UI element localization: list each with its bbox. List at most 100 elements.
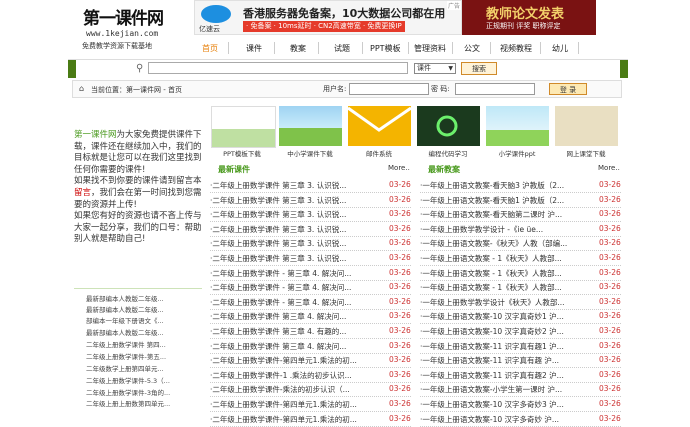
thumb-caption[interactable]: 网上课堂下载 xyxy=(551,148,621,158)
list-item-title[interactable]: ·一年级上册语文教案-10 汉字真奇妙2 沪... xyxy=(420,326,593,337)
nav-management[interactable]: 管理资料 xyxy=(414,43,446,54)
list-item-title[interactable]: ·一年级上册语文教案-看天脑3 沪教版（2... xyxy=(420,180,593,191)
list-item-title[interactable]: ·一年级上册语文教案 - 1《秋天》人教部... xyxy=(420,253,593,264)
site-name-link[interactable]: 第一课件网 xyxy=(74,130,117,140)
list-item-title[interactable]: ·二年级上册数学课件 第三章 3. 认识锐... xyxy=(210,238,383,249)
nav-home[interactable]: 首页 xyxy=(202,43,218,54)
row-divider xyxy=(420,293,621,296)
list-item[interactable]: 二年级上册数学课件-3角的... xyxy=(86,387,194,397)
code-icon xyxy=(436,115,458,137)
nav-exams[interactable]: 试题 xyxy=(334,43,350,54)
list-item-title[interactable]: ·一年级上册语文教案-11 识字真有趣 沪... xyxy=(420,355,593,366)
thumb-programming[interactable] xyxy=(417,106,480,146)
list-item-title[interactable]: ·二年级上册数学课件-第四单元1.乘法的初... xyxy=(210,414,383,425)
list-item-date: 03-26 xyxy=(599,267,621,277)
search-bar: ⚲ 课件 ▼ 搜索 xyxy=(68,59,628,78)
row-divider xyxy=(420,352,621,354)
list-item-title[interactable]: ·二年级上册数学课件 第三章 3. 认识锐... xyxy=(210,224,383,235)
list-item-title[interactable]: ·二年级上册数学课件 - 第三章 4. 解决问... xyxy=(210,282,383,293)
list-item-title[interactable]: ·二年级上册数学课件 - 第三章 4. 解决问... xyxy=(210,297,383,308)
banner-ad-paper[interactable]: 教师论文发表 正规期刊 评奖 职称评定 xyxy=(462,0,596,35)
list-item-title[interactable]: ·二年级上册数学课件-乘法的初步认识（... xyxy=(210,384,383,395)
row-divider xyxy=(420,366,621,369)
cloud-logo-icon xyxy=(201,5,231,23)
nav-documents[interactable]: 公文 xyxy=(464,43,480,54)
list-item[interactable]: 最新部编本人教版二年级... xyxy=(86,304,194,314)
list-item-date: 03-26 xyxy=(389,369,411,379)
username-input[interactable] xyxy=(349,83,429,95)
thumb-online-class[interactable] xyxy=(555,106,618,146)
nav-video-tutorials[interactable]: 视频教程 xyxy=(500,43,532,54)
row-divider xyxy=(420,220,621,223)
list-item[interactable]: 最新部编本人教版二年级... xyxy=(86,327,194,337)
list-item-title[interactable]: ·一年级上册语文教案-10 汉字多奇妙 沪... xyxy=(420,414,593,425)
row-divider xyxy=(210,279,411,281)
nav-preschool[interactable]: 幼儿 xyxy=(552,43,568,54)
list-item-title[interactable]: ·一年级上册语文教案-10 汉字真奇妙1 沪... xyxy=(420,311,593,322)
search-input[interactable] xyxy=(148,62,408,74)
list-item-title[interactable]: ·一年级上册语文教案-小学生第一课时 沪... xyxy=(420,384,593,395)
list-item-title[interactable]: ·一年级上册数学教学设计《秋天》人教部... xyxy=(420,297,593,308)
row-divider xyxy=(420,308,621,310)
list-item-date: 03-26 xyxy=(599,399,621,408)
thumb-caption[interactable]: 编程代码学习 xyxy=(413,148,483,158)
thumb-ppt-templates[interactable] xyxy=(211,106,276,148)
list-item-title[interactable]: ·二年级上册数学课件 第三章 4. 有趣的... xyxy=(210,326,383,337)
list-item-title[interactable]: ·一年级上册语文教案-看天脑1 沪教版（2... xyxy=(420,195,593,206)
list-item-title[interactable]: ·一年级上册语文教案-看天脑第二课时 沪... xyxy=(420,209,593,220)
list-item[interactable]: 二年级上册数学课件-第五... xyxy=(86,351,194,361)
list-item[interactable]: 最新部编本人教版二年级... xyxy=(86,293,194,303)
lessonplans-more-link[interactable]: More.. xyxy=(598,164,620,172)
list-item-title[interactable]: ·一年级上册语文教案-《秋天》人教（部编... xyxy=(420,238,593,249)
login-button[interactable]: 登 录 xyxy=(549,83,587,95)
search-category-select[interactable]: 课件 ▼ xyxy=(414,63,456,74)
list-item-date: 03-26 xyxy=(599,223,621,233)
list-item[interactable]: 二年级上册上册数第四单元... xyxy=(86,398,194,408)
row-divider xyxy=(210,352,411,354)
list-item[interactable]: 二年级上册数学课件-5.3（... xyxy=(86,375,194,385)
nav-divider xyxy=(274,42,275,54)
list-item[interactable]: 二年级上册数学课件 第四... xyxy=(86,339,194,349)
thumb-caption[interactable]: 邮件系统 xyxy=(344,148,414,158)
list-item-date: 03-26 xyxy=(389,296,411,306)
nav-lesson-plans[interactable]: 教案 xyxy=(290,43,306,54)
list-item[interactable]: 二年级数学上册第四单元... xyxy=(86,363,194,373)
list-item-date: 03-26 xyxy=(389,253,411,262)
list-item-title[interactable]: ·二年级上册数学课件 第三章 4. 解决问... xyxy=(210,311,383,322)
thumb-primary-ppt[interactable] xyxy=(486,106,549,146)
list-item-title[interactable]: ·二年级上册数学课件-第四单元1.乘法的初... xyxy=(210,355,383,366)
bar-left-cap xyxy=(68,60,76,78)
banner-ad-server[interactable]: 亿速云 香港服务器免备案，10大数据公司都在用 · 免备案 · 10ms延时 ·… xyxy=(194,0,462,35)
thumb-caption[interactable]: 小学课件ppt xyxy=(482,148,552,158)
list-item-title[interactable]: ·二年级上册数学课件 - 第三章 4. 解决问... xyxy=(210,268,383,279)
thumb-caption[interactable]: PPT模板下载 xyxy=(207,148,277,158)
courseware-more-link[interactable]: More.. xyxy=(388,164,410,172)
search-button[interactable]: 搜索 xyxy=(461,62,497,75)
list-item-title[interactable]: ·二年级上册数学课件 第三章 4. 解决问... xyxy=(210,341,383,352)
logo-title: 第一课件网 xyxy=(83,9,164,29)
list-item-title[interactable]: ·二年级上册数学课件 第三章 3. 认识锐... xyxy=(210,209,383,220)
list-item-title[interactable]: ·二年级上册数学课件 第三章 3. 认识锐... xyxy=(210,253,383,264)
row-divider xyxy=(210,322,411,325)
nav-courseware[interactable]: 课件 xyxy=(246,43,262,54)
list-item-title[interactable]: ·一年级上册语文教案-11 识字真有趣2 沪... xyxy=(420,370,593,381)
password-input[interactable] xyxy=(455,83,535,95)
list-item-title[interactable]: ·一年级上册语文教案 - 1《秋天》人教部... xyxy=(420,282,593,293)
site-logo[interactable]: 第一课件网 www.1kejian.com 免费教学资源下载基地 xyxy=(80,2,184,50)
bar-right-cap xyxy=(620,60,628,78)
list-item-title[interactable]: ·一年级上册数学教学设计 -《ie üe... xyxy=(420,224,593,235)
list-item-title[interactable]: ·一年级上册语文教案 - 1《秋天》人教部... xyxy=(420,268,593,279)
home-icon: ⌂ xyxy=(79,84,85,93)
list-item-title[interactable]: ·一年级上册语文教案-11 识字真有趣1 沪... xyxy=(420,341,593,352)
list-item-title[interactable]: ·二年级上册数学课件 第三章 3. 认识锐... xyxy=(210,195,383,206)
thumb-primary-courseware[interactable] xyxy=(279,106,342,146)
list-item[interactable]: 部编本一年级下册语文《... xyxy=(86,315,194,325)
left-link-list: 最新部编本人教版二年级... 最新部编本人教版二年级... 部编本一年级下册语文… xyxy=(74,288,202,408)
guestbook-link[interactable]: 留言 xyxy=(74,188,91,198)
thumb-caption[interactable]: 中小学课件下载 xyxy=(275,148,345,158)
nav-ppt-templates[interactable]: PPT模板 xyxy=(370,43,401,54)
thumb-mail-envelope-icon[interactable] xyxy=(347,106,412,146)
list-item-title[interactable]: ·二年级上册数学课件-1 .乘法的初步认识... xyxy=(210,370,383,381)
row-divider xyxy=(210,206,411,208)
list-item-title[interactable]: ·二年级上册数学课件 第三章 3. 认识锐... xyxy=(210,180,383,191)
